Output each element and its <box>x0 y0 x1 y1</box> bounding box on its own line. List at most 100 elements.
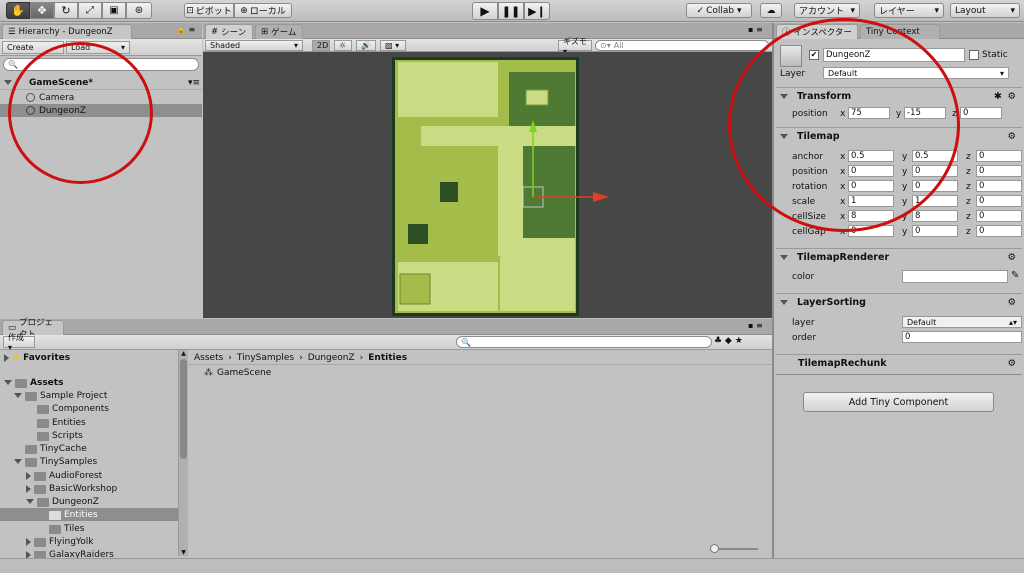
panel-menu-icon[interactable]: ▪ ≡ <box>748 321 763 330</box>
transform-icon: ⊛ <box>134 5 144 16</box>
expand-icon <box>14 459 22 464</box>
layers-dropdown[interactable]: レイヤー ▾ <box>874 3 944 18</box>
tab-game[interactable]: ⊞ ゲーム <box>255 24 303 39</box>
project-search-input[interactable]: 🔍 <box>456 336 712 348</box>
rect-tool-button[interactable]: ▣ <box>102 2 126 19</box>
tree-item[interactable]: TinySamples <box>14 455 97 468</box>
folder-icon <box>37 419 49 428</box>
transform-tool-button[interactable]: ⊛ <box>126 2 152 19</box>
tree-item[interactable]: Components <box>37 402 109 415</box>
tree-item[interactable]: DungeonZ <box>26 495 99 508</box>
left-block <box>408 224 428 244</box>
add-tiny-component-button[interactable]: Add Tiny Component <box>803 392 994 412</box>
panel-menu-icon[interactable]: 🔒 ≡ <box>176 25 195 34</box>
scene-viewport[interactable] <box>203 52 772 318</box>
top-right-block <box>525 89 549 106</box>
tree-label: Sample Project <box>40 390 108 401</box>
layout-dropdown[interactable]: Layout ▾ <box>950 3 1020 18</box>
panel-menu-icon[interactable]: ▪ ≡ <box>748 25 763 34</box>
tree-item[interactable]: BasicWorkshop <box>26 482 117 495</box>
play-button[interactable]: ▶ <box>472 2 498 20</box>
tree-label: Assets <box>30 377 64 388</box>
lighting-toggle[interactable]: ☼ <box>334 40 352 51</box>
hand-tool-button[interactable]: ✋ <box>6 2 30 19</box>
filter-icons[interactable]: ♣ ◆ ★ <box>714 336 743 346</box>
tilemap-z-field[interactable]: 0 <box>976 210 1022 222</box>
pivot-label: ピボット <box>195 7 232 17</box>
step-button[interactable]: ▶❙ <box>524 2 550 20</box>
tree-item-selected[interactable]: Entities <box>0 508 178 521</box>
tilemap-z-field[interactable]: 0 <box>976 225 1022 237</box>
tree-item[interactable]: Tiles <box>49 522 84 535</box>
scroll-down-arrow[interactable]: ▼ <box>179 549 188 556</box>
tab-scene[interactable]: # シーン <box>205 24 253 39</box>
renderer-header[interactable]: TilemapRenderer ⚙ <box>776 248 1022 266</box>
image-icon: ▨ ▾ <box>385 41 400 50</box>
rechunk-header[interactable]: TilemapRechunk ⚙ <box>776 354 1022 372</box>
tree-item[interactable]: Assets <box>4 376 63 389</box>
rotate-tool-button[interactable]: ↻ <box>54 2 78 19</box>
scene-menu-icon[interactable]: ▾≡ <box>188 78 200 88</box>
slider-thumb[interactable] <box>710 544 719 553</box>
tree-label: AudioForest <box>49 470 103 481</box>
audio-toggle[interactable]: 🔊 <box>356 40 376 51</box>
tree-item[interactable]: Sample Project <box>14 389 107 402</box>
scroll-thumb[interactable] <box>180 359 187 459</box>
order-field[interactable]: 0 <box>902 331 1022 343</box>
sorting-layer-dropdown[interactable]: Default ▴▾ <box>902 316 1022 328</box>
folder-icon <box>25 445 37 454</box>
position-z-field[interactable]: 0 <box>960 107 1002 119</box>
gear-icon[interactable]: ⚙ <box>1007 131 1016 142</box>
rechunk-title: TilemapRechunk <box>798 358 887 369</box>
breadcrumb-item[interactable]: TinySamples <box>237 353 294 363</box>
scene-search-input[interactable]: ⊙▾ All <box>595 40 769 51</box>
gizmos-dropdown[interactable]: ギズモ ▾ <box>558 37 592 56</box>
tree-item[interactable]: ★ Favorites <box>4 351 70 364</box>
zoom-slider[interactable] <box>710 544 758 553</box>
breadcrumb-item[interactable]: DungeonZ <box>308 353 355 363</box>
scroll-up-arrow[interactable]: ▲ <box>179 350 188 357</box>
gear-icon[interactable]: ⚙ <box>1007 358 1016 369</box>
local-button[interactable]: ⊕ ローカル <box>234 3 292 18</box>
tree-item[interactable]: AudioForest <box>26 469 102 482</box>
collab-button[interactable]: ✓ Collab ▾ <box>686 3 752 18</box>
shading-dropdown[interactable]: Shaded ▾ <box>205 40 303 51</box>
breadcrumb-item[interactable]: Assets <box>194 353 223 363</box>
tab-hierarchy[interactable]: ☰ Hierarchy - DungeonZ <box>2 24 132 39</box>
static-checkbox[interactable] <box>969 50 979 60</box>
tilemap-z-field[interactable]: 0 <box>976 180 1022 192</box>
layout-label: Layout <box>955 5 986 16</box>
gear-icon[interactable]: ⚙ <box>1007 252 1016 263</box>
asset-item[interactable]: ⁂ GameScene <box>204 366 271 379</box>
tilemap-z-field[interactable]: 0 <box>976 195 1022 207</box>
move-tool-button[interactable]: ✥ <box>30 2 54 19</box>
tilemap-y-field[interactable]: 0 <box>912 225 958 237</box>
2d-toggle[interactable]: 2D <box>312 40 330 51</box>
tree-scrollbar[interactable]: ▲ ▼ <box>178 350 188 556</box>
pause-button[interactable]: ❚❚ <box>498 2 524 20</box>
pin-icon[interactable]: ✱ <box>994 91 1002 102</box>
axis-label-z: z <box>966 197 971 207</box>
sorting-header[interactable]: LayerSorting ⚙ <box>776 293 1022 311</box>
tree-item[interactable]: Scripts <box>37 429 83 442</box>
tilemap-y-field[interactable]: 8 <box>912 210 958 222</box>
effects-dropdown[interactable]: ▨ ▾ <box>380 40 406 51</box>
tree-item[interactable]: GalaxyRaiders <box>26 548 114 558</box>
axis-label-z: z <box>966 227 971 237</box>
tilemap-z-field[interactable]: 0 <box>976 165 1022 177</box>
cloud-button[interactable]: ☁ <box>760 3 782 18</box>
eyedropper-icon[interactable]: ✎ <box>1011 270 1019 281</box>
tl-room <box>398 62 498 117</box>
gear-icon[interactable]: ⚙ <box>1007 297 1016 308</box>
color-swatch[interactable] <box>902 270 1008 283</box>
tree-item[interactable]: TinyCache <box>25 442 87 455</box>
tree-item[interactable]: Entities <box>37 416 86 429</box>
pivot-button[interactable]: ⊡ ピボット <box>184 3 234 18</box>
account-dropdown[interactable]: アカウント ▾ <box>794 3 860 18</box>
tilemap-z-field[interactable]: 0 <box>976 150 1022 162</box>
gear-icon[interactable]: ⚙ <box>1007 91 1016 102</box>
tree-item[interactable]: FlyingYolk <box>26 535 93 548</box>
breadcrumb-item-current[interactable]: Entities <box>368 353 407 363</box>
project-create-button[interactable]: 作成 ▾ <box>3 333 35 352</box>
scale-tool-button[interactable]: ⤢ <box>78 2 102 19</box>
